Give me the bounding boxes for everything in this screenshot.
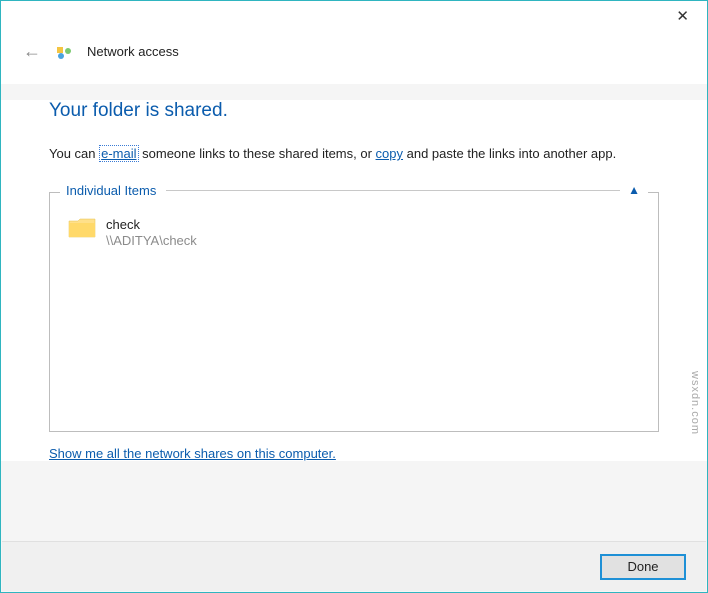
group-title: Individual Items: [66, 183, 160, 198]
close-icon[interactable]: ✕: [676, 7, 689, 25]
item-path: \\ADITYA\check: [106, 233, 197, 250]
content-area: Your folder is shared. You can e-mail so…: [1, 100, 707, 461]
page-heading: Your folder is shared.: [49, 100, 659, 122]
done-button[interactable]: Done: [600, 554, 686, 580]
copy-link[interactable]: copy: [376, 146, 403, 161]
footer-bar: Done: [2, 541, 706, 591]
group-divider: [166, 190, 620, 191]
item-name: check: [106, 217, 197, 234]
desc-prefix: You can: [49, 146, 99, 161]
individual-items-group: Individual Items ▲ check \\ADITYA\check: [49, 192, 659, 432]
collapse-chevron-icon[interactable]: ▲: [626, 183, 642, 197]
watermark: wsxdn.com: [689, 371, 701, 435]
description-text: You can e-mail someone links to these sh…: [49, 144, 659, 164]
all-shares-link[interactable]: Show me all the network shares on this c…: [49, 446, 336, 461]
shared-item-row[interactable]: check \\ADITYA\check: [50, 193, 658, 251]
back-arrow-icon: ←: [23, 41, 41, 62]
header: ← Network access: [1, 31, 707, 84]
network-access-icon: [55, 43, 73, 61]
window-title: Network access: [87, 44, 179, 59]
desc-middle: someone links to these shared items, or: [139, 146, 376, 161]
folder-icon: [68, 217, 96, 239]
email-link[interactable]: e-mail: [99, 145, 138, 162]
desc-suffix: and paste the links into another app.: [403, 146, 616, 161]
